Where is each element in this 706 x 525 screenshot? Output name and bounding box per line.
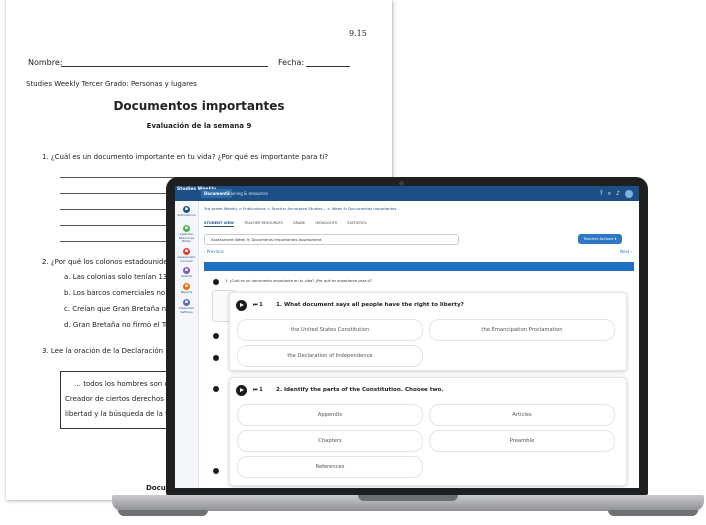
- sidebar-item-label: Assessment Connect: [177, 255, 196, 263]
- calendar-icon: ▪: [183, 225, 190, 232]
- date-line: [306, 66, 350, 67]
- avatar[interactable]: [625, 189, 633, 198]
- course-line: Studies Weekly Tercer Grado: Personas y …: [26, 80, 197, 88]
- question-2-option: b. Los barcos comerciales no: [64, 289, 166, 297]
- date-label: Fecha:: [278, 58, 305, 67]
- book-icon: ▪: [183, 206, 190, 213]
- answer-option[interactable]: the Declaration of Independence: [237, 345, 423, 367]
- worksheet-title: Documentos importantes: [113, 99, 285, 113]
- question-2-option: d. Gran Bretaña no firmó el Tr: [64, 321, 169, 329]
- laptop-base: [112, 495, 704, 511]
- question-3: 3. Lee la oración de la Declaración: [42, 347, 164, 355]
- tab-training-resources[interactable]: Training & resources: [227, 189, 268, 198]
- laptop-screen: Studies Weekly Documents Training & reso…: [175, 186, 639, 488]
- audio-controls[interactable]: ⏮ 1: [253, 387, 263, 393]
- sidebar-item-label: Publications: [177, 213, 196, 217]
- answer-option[interactable]: the Emancipation Proclamation: [429, 319, 615, 341]
- assessment-select[interactable]: Assessment Week 9: Documents Importantes…: [204, 234, 459, 245]
- header-icons: ? ⌕ ♪: [600, 189, 633, 198]
- play-icon[interactable]: [213, 468, 219, 474]
- sidebar: ▪ Publications ▪ Calendar Resources Note…: [175, 201, 199, 488]
- name-line: [61, 66, 268, 67]
- question-1: 1. ¿Cuál es un documento importante en t…: [42, 153, 329, 161]
- answer-option[interactable]: References: [237, 456, 423, 478]
- sidebar-item-publications[interactable]: ▪ Publications: [175, 206, 198, 218]
- question-2-option: a. Las colonias solo tenían 13: [64, 273, 168, 281]
- play-icon[interactable]: [213, 279, 219, 285]
- question-card-1: ⏮ 1 1. What document says all people hav…: [229, 292, 627, 371]
- sidebar-item-reports[interactable]: ▪ Reports: [175, 283, 198, 295]
- audio-controls[interactable]: ⏮ 1: [253, 302, 263, 308]
- quote-line: libertad y la búsqueda de la felic: [65, 410, 180, 418]
- sidebar-item-awards[interactable]: ▪ Awards: [175, 267, 198, 279]
- tab-statistics[interactable]: STATISTICS: [347, 221, 366, 225]
- answer-option[interactable]: the United States Constitution: [237, 319, 423, 341]
- sidebar-item-label: Awards: [181, 274, 192, 278]
- laptop-foot: [608, 510, 698, 516]
- question-2: 2. ¿Por qué los colonos estadounide: [42, 258, 168, 266]
- play-icon[interactable]: [213, 333, 219, 339]
- quote-line: … todos los hombres son crec: [74, 380, 180, 388]
- background-question: 1. ¿Cuál es un documento importante en t…: [225, 279, 372, 283]
- answer-option[interactable]: Appendix: [237, 404, 423, 426]
- question-text: 1. What document says all people have th…: [276, 302, 464, 308]
- tab-teacher-resources[interactable]: TEACHER RESOURCES: [244, 221, 283, 225]
- gear-icon: ▪: [183, 299, 190, 306]
- sidebar-item-classroom-settings[interactable]: ▪ Classroom Settings: [175, 299, 198, 314]
- next-link[interactable]: Next ›: [620, 249, 632, 254]
- worksheet-subtitle: Evaluación de la semana 9: [146, 122, 252, 130]
- laptop-foot: [118, 510, 208, 516]
- award-icon: ▪: [183, 267, 190, 274]
- question-2-option: c. Creían que Gran Bretaña n: [64, 305, 167, 313]
- tab-highlights[interactable]: HIGHLIGHTS: [315, 221, 337, 225]
- laptop-notch: [358, 495, 458, 501]
- sidebar-item-label: Classroom Settings: [178, 306, 195, 314]
- tab-grade[interactable]: GRADE: [293, 221, 305, 225]
- question-card-2: ⏮ 1 2. Identify the parts of the Constit…: [229, 377, 627, 486]
- answer-option[interactable]: Preamble: [429, 430, 615, 452]
- help-icon[interactable]: ?: [600, 189, 603, 198]
- teacher-actions-button[interactable]: Teacher Actions ▾: [578, 234, 622, 244]
- quote-line: Creador de ciertos derechos ina: [65, 395, 177, 403]
- name-label: Nombre:: [28, 58, 63, 67]
- reports-icon: ▪: [183, 283, 190, 290]
- bell-icon[interactable]: ♪: [616, 189, 620, 198]
- tab-student-view[interactable]: STUDENT VIEW: [204, 221, 234, 227]
- sidebar-item-label: Calendar Resources Notes: [178, 232, 195, 243]
- question-text: 2. Identify the parts of the Constitutio…: [276, 387, 444, 393]
- answer-option[interactable]: Chapters: [237, 430, 423, 452]
- sidebar-item-assessment[interactable]: ▪ Assessment Connect: [175, 248, 198, 263]
- play-icon[interactable]: [213, 386, 219, 392]
- assessment-icon: ▪: [183, 248, 190, 255]
- assessment-header-bar: [204, 262, 634, 271]
- breadcrumb[interactable]: 3rd grade Weekly > Publications > Teache…: [204, 206, 396, 211]
- page-number: 9.15: [349, 29, 367, 38]
- play-icon[interactable]: [213, 355, 219, 361]
- play-audio-icon[interactable]: [236, 385, 247, 396]
- sidebar-item-label: Reports: [180, 290, 193, 294]
- app-header: Studies Weekly Documents Training & reso…: [175, 186, 639, 201]
- previous-link[interactable]: ‹ Previous: [204, 249, 224, 254]
- answer-option[interactable]: Articles: [429, 404, 615, 426]
- search-icon[interactable]: ⌕: [608, 189, 611, 198]
- play-audio-icon[interactable]: [236, 300, 247, 311]
- sidebar-item-calendar[interactable]: ▪ Calendar Resources Notes: [175, 225, 198, 244]
- sub-tabs: STUDENT VIEW TEACHER RESOURCES GRADE HIG…: [204, 221, 376, 227]
